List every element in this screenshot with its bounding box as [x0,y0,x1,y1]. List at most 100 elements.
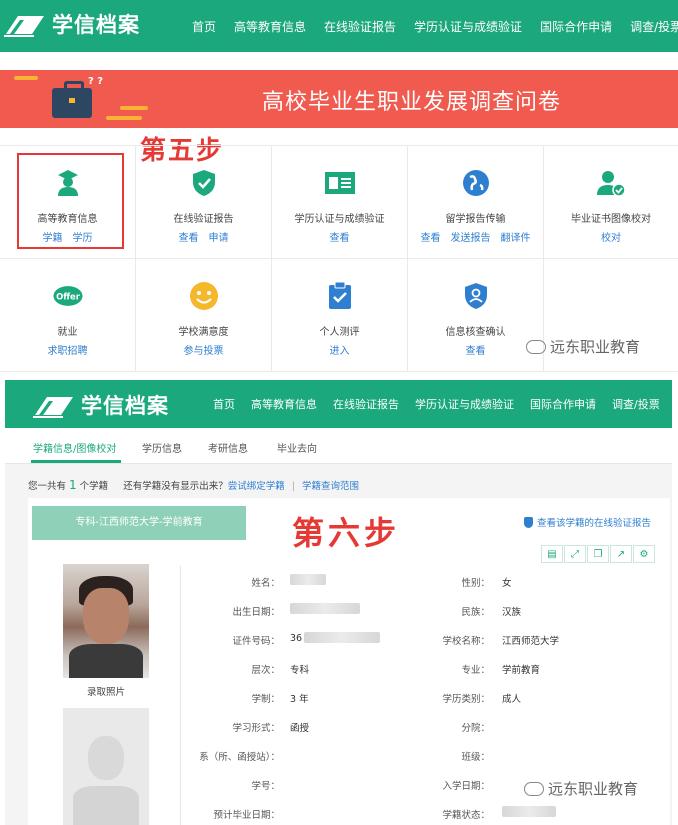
field-value: 学前教育 [502,665,541,676]
nav-higher-education[interactable]: 高等教育信息 [251,396,317,412]
service-name: 毕业证书图像校对 [571,214,651,225]
user-check-icon [596,168,626,198]
field-label: 姓名： [251,578,280,589]
link-vote[interactable]: 参与投票 [184,346,224,357]
field-label: 学历类别： [442,694,490,705]
admission-photo [63,564,149,678]
wechat-icon [526,339,546,354]
tab-student-status[interactable]: 学籍信息/图像校对 [33,440,116,455]
field-label: 学籍状态： [442,810,490,821]
record-tag[interactable]: 专科-江西师范大学-学前教育 [32,506,246,540]
bind-record-link[interactable]: 尝试绑定学籍 [228,481,285,492]
nav-certification[interactable]: 学历认证与成绩验证 [415,396,514,412]
field-label: 学习形式： [232,723,280,734]
service-name: 留学报告传输 [445,214,506,225]
service-certificate-proofread[interactable]: 毕业证书图像校对 校对 [544,146,678,259]
book-logo-icon [33,397,73,418]
decor-dash [120,106,148,110]
service-online-verification[interactable]: 在线验证报告 查看 申请 [136,146,272,259]
service-personal-assessment[interactable]: 个人测评 进入 [272,259,408,372]
share-icon[interactable]: ↗ [610,545,632,563]
field-value: 江西师范大学 [502,636,560,647]
link-view[interactable]: 查看 [179,233,199,244]
site-logo[interactable]: 学信档案 [4,9,140,39]
field-label: 学号： [251,781,280,792]
survey-banner[interactable]: ? ? 高校毕业生职业发展调查问卷 [0,70,678,128]
link-apply[interactable]: 申请 [209,233,229,244]
link-proofread[interactable]: 校对 [601,233,621,244]
nav-certification[interactable]: 学历认证与成绩验证 [414,18,522,35]
service-name: 学历认证与成绩验证 [294,214,385,225]
service-certification[interactable]: 学历认证与成绩验证 查看 [272,146,408,259]
service-name: 学校满意度 [178,327,229,338]
field-value: 成人 [502,694,522,705]
service-name: 信息核查确认 [445,327,506,338]
link-job-search[interactable]: 求职招聘 [48,346,88,357]
record-count: 1 [69,478,77,492]
field-value: 汉族 [502,607,522,618]
field-value: 函授 [290,723,310,734]
step-five-highlight [17,153,124,249]
decor-dash [106,116,142,120]
step-six-label: 第六步 [292,514,401,552]
nav-international[interactable]: 国际合作申请 [540,18,612,35]
link-view[interactable]: 查看 [466,346,486,357]
summary-prefix: 您一共有 [28,481,67,492]
shield-user-icon [461,281,491,311]
decor-dash [14,76,38,80]
graduation-photo-placeholder [63,708,149,825]
watermark: 远东职业教育 [526,336,640,357]
link-view[interactable]: 查看 [330,233,350,244]
link-enter[interactable]: 进入 [330,346,350,357]
briefcase-icon [52,81,92,118]
nav-online-verification[interactable]: 在线验证报告 [333,396,399,412]
field-label: 证件号码： [232,636,280,647]
service-school-satisfaction[interactable]: 学校满意度 参与投票 [136,259,272,372]
summary-question: 还有学籍没有显示出来？ [123,481,228,492]
service-name: 就业 [57,327,78,338]
expand-icon[interactable]: ⤢ [564,545,586,563]
nav-higher-education[interactable]: 高等教育信息 [234,18,306,35]
site-name: 学信档案 [81,394,169,418]
query-range-link[interactable]: 学籍查询范围 [302,481,359,492]
settings-icon[interactable]: ⚙ [633,545,655,563]
verify-report-link[interactable]: 查看该学籍的在线验证报告 [524,515,651,529]
tab-graduate-exam[interactable]: 考研信息 [208,440,248,455]
nav-survey[interactable]: 调查/投票 [612,396,660,412]
main-menu: 首页 高等教育信息 在线验证报告 学历认证与成绩验证 国际合作申请 调查/投票 [192,18,678,35]
link-translation[interactable]: 翻译件 [501,233,531,244]
service-study-abroad-report[interactable]: 留学报告传输 查看 发送报告 翻译件 [408,146,544,259]
nav-home[interactable]: 首页 [213,396,235,412]
shield-check-icon [189,168,219,198]
field-label: 分院： [461,723,490,734]
service-employment[interactable]: Offer 就业 求职招聘 [0,259,136,372]
field-label: 入学日期： [442,781,490,792]
field-label: 学校名称： [442,636,490,647]
smile-icon [189,281,219,311]
field-label: 出生日期： [232,607,280,618]
nav-online-verification[interactable]: 在线验证报告 [324,18,396,35]
tab-graduation-destination[interactable]: 毕业去向 [277,440,317,455]
field-label: 层次： [251,665,280,676]
active-tab-indicator [31,460,121,463]
nav-international[interactable]: 国际合作申请 [530,396,596,412]
wechat-icon [524,781,544,796]
redacted-value [304,632,380,643]
service-name: 在线验证报告 [173,214,234,225]
service-info-verification[interactable]: 信息核查确认 查看 [408,259,544,372]
print-icon[interactable]: ▤ [541,545,563,563]
nav-survey[interactable]: 调查/投票 [630,18,678,35]
book-logo-icon [4,16,44,37]
field-value: 3 年 [290,694,309,705]
photo-caption: 录取照片 [86,687,125,698]
top-nav: 学信档案 首页 高等教育信息 在线验证报告 学历认证与成绩验证 国际合作申请 调… [0,0,678,52]
link-view[interactable]: 查看 [421,233,441,244]
copy-icon[interactable]: ❐ [587,545,609,563]
id-card-icon [324,168,355,198]
nav-home[interactable]: 首页 [192,18,216,35]
link-send-report[interactable]: 发送报告 [451,233,491,244]
clipboard-check-icon [325,281,355,311]
tab-degree-info[interactable]: 学历信息 [142,440,182,455]
site-logo[interactable]: 学信档案 [33,390,169,420]
card-divider [180,566,181,825]
